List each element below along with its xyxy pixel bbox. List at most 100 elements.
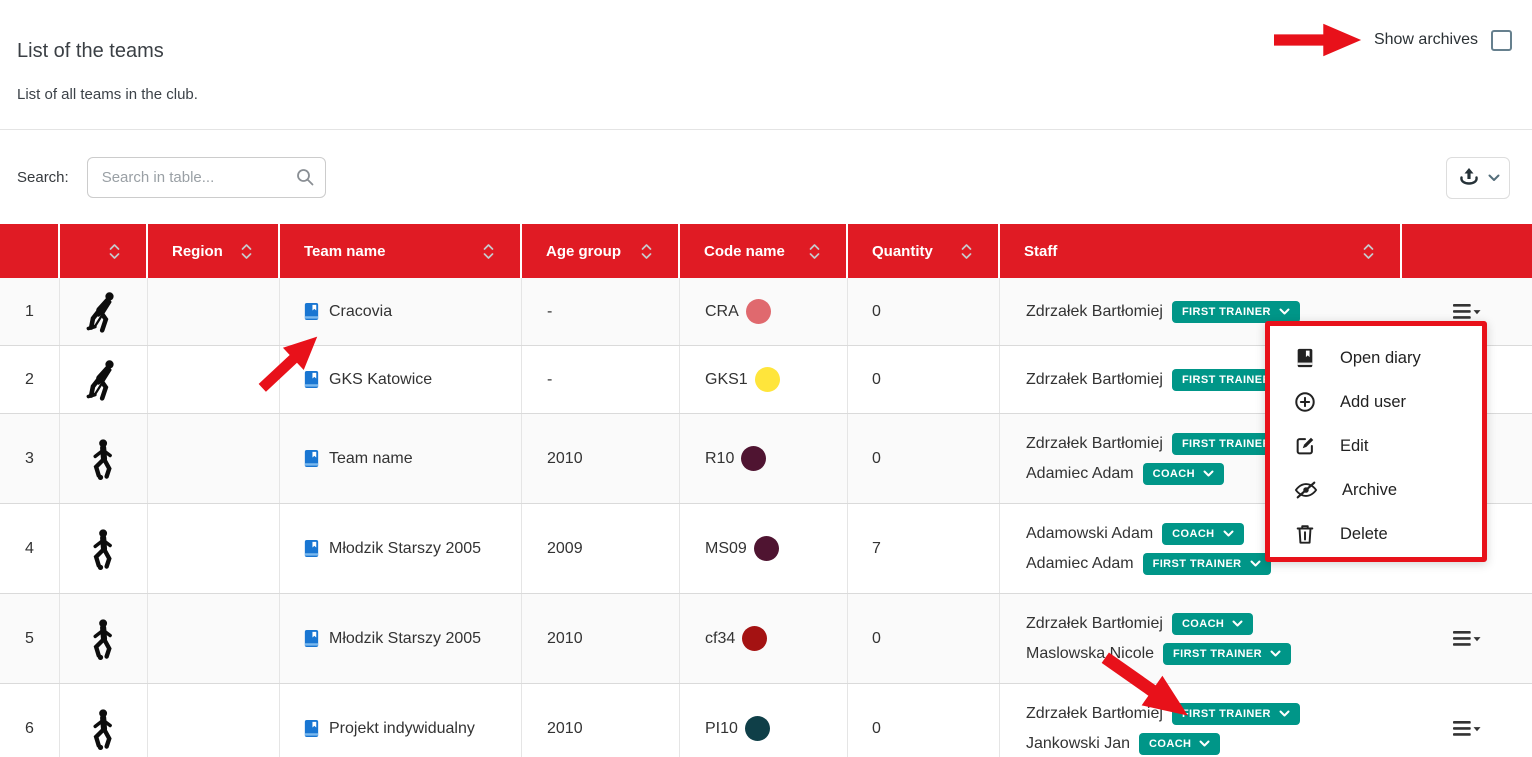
- row-actions-cell: [1402, 684, 1532, 757]
- menu-item-label: Archive: [1342, 481, 1397, 500]
- code-cell: CRA: [680, 278, 848, 345]
- table-row: 6Projekt indywidualny2010PI100Zdrzałek B…: [0, 684, 1532, 757]
- book-icon: [302, 449, 321, 468]
- row-number: 3: [0, 414, 60, 503]
- menu-item-delete[interactable]: Delete: [1270, 512, 1482, 556]
- team-name-link[interactable]: GKS Katowice: [302, 370, 432, 389]
- role-badge-label: FIRST TRAINER: [1153, 558, 1242, 570]
- sport-cell: [60, 594, 148, 683]
- sort-icon[interactable]: [241, 243, 252, 260]
- menu-item-label: Edit: [1340, 437, 1368, 456]
- quantity-cell: 0: [848, 346, 1000, 413]
- sport-cell: [60, 414, 148, 503]
- role-badge-label: FIRST TRAINER: [1182, 374, 1271, 386]
- code-color-dot: [746, 299, 771, 324]
- column-header-team-name[interactable]: Team name: [280, 224, 522, 278]
- chevron-down-icon: [1232, 620, 1243, 627]
- chevron-down-icon: [1223, 530, 1234, 537]
- column-header-staff[interactable]: Staff: [1000, 224, 1402, 278]
- column-header-row-number: [0, 224, 60, 278]
- team-name-link[interactable]: Team name: [302, 449, 413, 468]
- team-name: Team name: [329, 450, 413, 468]
- quantity-cell: 0: [848, 278, 1000, 345]
- search-input[interactable]: [87, 157, 326, 198]
- role-badge-label: COACH: [1172, 528, 1214, 540]
- menu-item-archive[interactable]: Archive: [1270, 468, 1482, 512]
- export-button[interactable]: [1446, 157, 1510, 199]
- quantity-cell: 7: [848, 504, 1000, 593]
- column-header-actions: [1402, 224, 1532, 278]
- sort-icon[interactable]: [961, 243, 972, 260]
- row-actions-button[interactable]: [1449, 626, 1485, 651]
- staff-name: Zdrzałek Bartłomiej: [1026, 705, 1163, 723]
- menu-item-edit[interactable]: Edit: [1270, 424, 1482, 468]
- code-name: GKS1: [705, 371, 748, 389]
- age-group-cell: -: [522, 346, 680, 413]
- role-badge[interactable]: FIRST TRAINER: [1172, 301, 1300, 323]
- hockey-player-icon: [82, 289, 126, 335]
- staff-name: Zdrzałek Bartłomiej: [1026, 371, 1163, 389]
- code-color-dot: [745, 716, 770, 741]
- hamburger-icon: [1453, 720, 1481, 737]
- chevron-down-icon: [1203, 470, 1214, 477]
- menu-item-open-diary[interactable]: Open diary: [1270, 336, 1482, 380]
- column-header-region[interactable]: Region: [148, 224, 280, 278]
- search-control: Search:: [17, 157, 326, 198]
- team-name-link[interactable]: Młodzik Starszy 2005: [302, 539, 481, 558]
- table-header-row: Region Team name Age groupCode nameQuantit…: [0, 224, 1532, 278]
- role-badge[interactable]: COACH: [1139, 733, 1220, 755]
- chevron-down-icon: [1488, 174, 1500, 182]
- column-header-label: Region: [172, 243, 223, 260]
- menu-item-add-user[interactable]: Add user: [1270, 380, 1482, 424]
- book-icon: [302, 370, 321, 389]
- team-name: Młodzik Starszy 2005: [329, 630, 481, 648]
- role-badge-label: COACH: [1153, 468, 1195, 480]
- sort-icon[interactable]: [1363, 243, 1374, 260]
- role-badge[interactable]: FIRST TRAINER: [1143, 553, 1271, 575]
- sport-cell: [60, 278, 148, 345]
- role-badge[interactable]: COACH: [1143, 463, 1224, 485]
- column-header-label: Team name: [304, 243, 385, 260]
- team-name-link[interactable]: Młodzik Starszy 2005: [302, 629, 481, 648]
- role-badge[interactable]: COACH: [1172, 613, 1253, 635]
- sort-icon[interactable]: [809, 243, 820, 260]
- column-header-sport[interactable]: [60, 224, 148, 278]
- team-cell: Młodzik Starszy 2005: [280, 504, 522, 593]
- column-header-age-group[interactable]: Age group: [522, 224, 680, 278]
- sort-icon[interactable]: [483, 243, 494, 260]
- staff-cell: Zdrzałek BartłomiejFIRST TRAINERJankowsk…: [1000, 684, 1402, 757]
- book-icon: [302, 629, 321, 648]
- staff-member: Zdrzałek Bartłomiej FIRST TRAINER: [1026, 369, 1300, 391]
- column-header-quantity[interactable]: Quantity: [848, 224, 1000, 278]
- sport-cell: [60, 684, 148, 757]
- row-actions-button[interactable]: [1449, 716, 1485, 741]
- team-name-link[interactable]: Projekt indywidualny: [302, 719, 475, 738]
- staff-member: Adamowski Adam COACH: [1026, 523, 1244, 545]
- team-name: GKS Katowice: [329, 371, 432, 389]
- chevron-down-icon: [1199, 740, 1210, 747]
- show-archives-checkbox[interactable]: [1491, 30, 1512, 51]
- team-name-link[interactable]: Cracovia: [302, 302, 392, 321]
- staff-name: Adamowski Adam: [1026, 525, 1153, 543]
- export-icon: [1457, 166, 1481, 190]
- staff-name: Zdrzałek Bartłomiej: [1026, 615, 1163, 633]
- edit-icon: [1294, 435, 1316, 457]
- hamburger-icon: [1453, 303, 1481, 320]
- role-badge-label: FIRST TRAINER: [1173, 648, 1262, 660]
- role-badge[interactable]: COACH: [1162, 523, 1243, 545]
- code-cell: GKS1: [680, 346, 848, 413]
- role-badge[interactable]: FIRST TRAINER: [1163, 643, 1291, 665]
- sort-icon[interactable]: [109, 243, 120, 260]
- page-title: List of the teams: [17, 40, 164, 63]
- staff-name: Zdrzałek Bartłomiej: [1026, 303, 1163, 321]
- row-number: 4: [0, 504, 60, 593]
- role-badge[interactable]: FIRST TRAINER: [1172, 703, 1300, 725]
- column-header-code-name[interactable]: Code name: [680, 224, 848, 278]
- staff-member: Adamiec AdamCOACH: [1026, 463, 1224, 485]
- team-name: Projekt indywidualny: [329, 720, 475, 738]
- code-color-dot: [755, 367, 780, 392]
- delete-trash-icon: [1294, 523, 1316, 545]
- row-number: 5: [0, 594, 60, 683]
- hockey-player-icon: [82, 357, 126, 403]
- sort-icon[interactable]: [641, 243, 652, 260]
